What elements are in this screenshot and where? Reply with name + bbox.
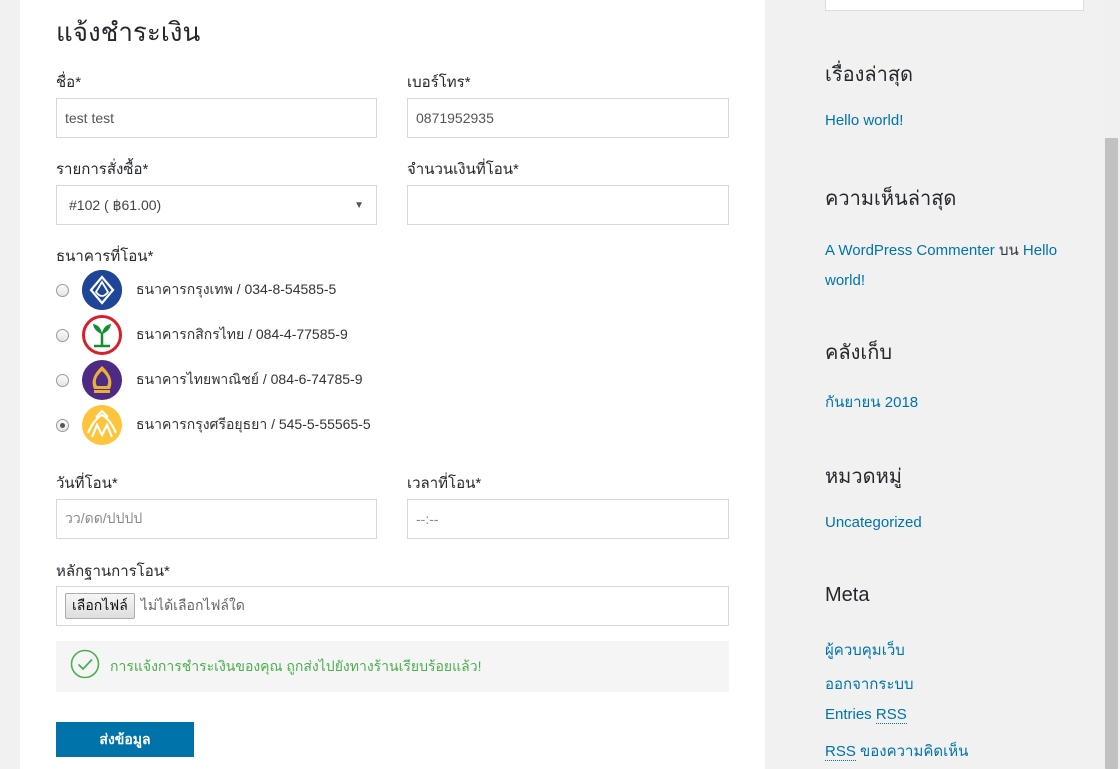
recent-comment-item: A WordPress Commenter บน Hello world! bbox=[825, 236, 1065, 296]
success-message: การแจ้งการชำระเงินของคุณ ถูกส่งไปยังทางร… bbox=[110, 657, 482, 674]
bangkok-bank-logo-icon bbox=[82, 270, 122, 310]
bank-option[interactable]: ธนาคารกรุงเทพ / 034-8-54585-5 bbox=[56, 270, 336, 310]
name-label: ชื่อ* bbox=[56, 74, 82, 91]
phone-label: เบอร์โทร* bbox=[407, 74, 471, 91]
bank-option[interactable]: ธนาคารกรุงศรีอยุธยา / 545-5-55565-5 bbox=[56, 405, 371, 445]
time-label: เวลาที่โอน* bbox=[407, 475, 482, 492]
search-input[interactable] bbox=[825, 0, 1084, 11]
category-link[interactable]: Uncategorized bbox=[825, 514, 922, 531]
bank-option-label: ธนาคารกรุงเทพ / 034-8-54585-5 bbox=[136, 281, 337, 297]
order-label: รายการสั่งซื้อ* bbox=[56, 161, 149, 178]
success-notice: การแจ้งการชำระเงินของคุณ ถูกส่งไปยังทางร… bbox=[56, 641, 729, 692]
recent-posts-title: เรื่องล่าสุด bbox=[825, 64, 914, 86]
file-status-text: ไม่ได้เลือกไฟล์ใด bbox=[140, 597, 245, 613]
comment-on-text: บน bbox=[998, 242, 1019, 259]
meta-entries-rss-link[interactable]: Entries RSS bbox=[825, 706, 907, 724]
file-upload-field: เลือกไฟล์ ไม่ได้เลือกไฟล์ใด bbox=[56, 586, 729, 626]
bank-radio-selected[interactable] bbox=[56, 418, 69, 432]
order-select[interactable]: #102 ( ฿61.00) ▼ bbox=[56, 185, 377, 225]
bank-label: ธนาคารที่โอน* bbox=[56, 248, 154, 265]
archives-title: คลังเก็บ bbox=[825, 342, 893, 364]
comment-author-link[interactable]: A WordPress Commenter bbox=[825, 242, 995, 259]
choose-file-button[interactable]: เลือกไฟล์ bbox=[65, 593, 135, 619]
order-select-value: #102 ( ฿61.00) bbox=[69, 196, 162, 213]
meta-admin-link[interactable]: ผู้ควบคุมเว็บ bbox=[825, 638, 905, 662]
check-circle-icon bbox=[70, 649, 100, 684]
categories-title: หมวดหมู่ bbox=[825, 466, 902, 488]
page-title: แจ้งชำระเงิน bbox=[56, 17, 201, 47]
time-field[interactable]: --:-- bbox=[407, 499, 729, 539]
bank-radio[interactable] bbox=[56, 373, 69, 387]
main-content: แจ้งชำระเงิน ชื่อ* test test เบอร์โทร* 0… bbox=[20, 0, 765, 769]
phone-field[interactable]: 0871952935 bbox=[407, 98, 729, 138]
meta-comments-rss-link[interactable]: RSS ของความคิดเห็น bbox=[825, 739, 968, 763]
bank-radio[interactable] bbox=[56, 328, 69, 342]
bank-option-label: ธนาคารกสิกรไทย / 084-4-77585-9 bbox=[136, 326, 348, 342]
bank-option-label: ธนาคารไทยพาณิชย์ / 084-6-74785-9 bbox=[136, 371, 363, 387]
sidebar: เรื่องล่าสุด Hello world! ความเห็นล่าสุด… bbox=[765, 0, 1103, 769]
scrollbar[interactable] bbox=[1103, 0, 1120, 769]
bank-option[interactable]: ธนาคารไทยพาณิชย์ / 084-6-74785-9 bbox=[56, 360, 363, 400]
name-field[interactable]: test test bbox=[56, 98, 377, 138]
meta-title: Meta bbox=[825, 584, 870, 606]
recent-comments-title: ความเห็นล่าสุด bbox=[825, 188, 957, 210]
meta-logout-link[interactable]: ออกจากระบบ bbox=[825, 672, 914, 696]
amount-label: จำนวนเงินที่โอน* bbox=[407, 161, 519, 178]
recent-post-link[interactable]: Hello world! bbox=[825, 112, 903, 129]
scrollbar-thumb[interactable] bbox=[1105, 138, 1118, 769]
bank-option[interactable]: ธนาคารกสิกรไทย / 084-4-77585-9 bbox=[56, 315, 348, 355]
scb-bank-logo-icon bbox=[82, 360, 122, 400]
proof-label: หลักฐานการโอน* bbox=[56, 563, 170, 580]
submit-button[interactable]: ส่งข้อมูล bbox=[56, 722, 194, 757]
bank-option-label: ธนาคารกรุงศรีอยุธยา / 545-5-55565-5 bbox=[136, 416, 371, 432]
kasikorn-bank-logo-icon bbox=[82, 315, 122, 355]
archive-link[interactable]: กันยายน 2018 bbox=[825, 390, 918, 414]
amount-field[interactable] bbox=[407, 185, 729, 225]
date-label: วันที่โอน* bbox=[56, 475, 118, 492]
date-field[interactable]: วว/ดด/ปปปป bbox=[56, 499, 377, 539]
bank-radio[interactable] bbox=[56, 283, 69, 297]
chevron-down-icon: ▼ bbox=[354, 199, 364, 211]
krungsri-bank-logo-icon bbox=[82, 405, 122, 445]
